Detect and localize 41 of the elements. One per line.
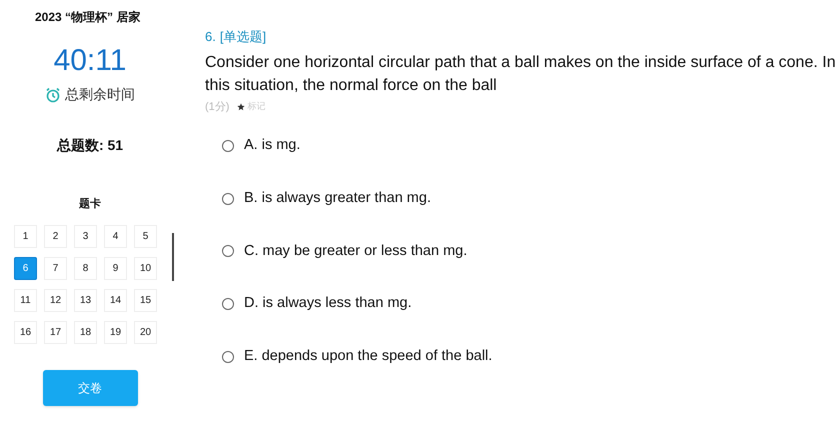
answer-option[interactable]: E. depends upon the speed of the ball. xyxy=(222,346,839,368)
question-number[interactable]: 3 xyxy=(74,224,97,248)
question-number[interactable]: 14 xyxy=(104,288,127,312)
question-number[interactable]: 10 xyxy=(134,256,157,280)
question-type: [单选题] xyxy=(220,28,266,46)
answer-option[interactable]: B. is always greater than mg. xyxy=(222,188,839,210)
question-number[interactable]: 15 xyxy=(134,288,157,312)
question-number[interactable]: 18 xyxy=(74,320,97,344)
question-number[interactable]: 20 xyxy=(134,320,157,344)
question-number[interactable]: 12 xyxy=(44,288,67,312)
remaining-time-label: 总剩余时间 xyxy=(65,85,135,104)
answer-option[interactable]: C. may be greater or less than mg. xyxy=(222,240,839,262)
alarm-clock-icon xyxy=(45,86,61,102)
question-number[interactable]: 7 xyxy=(44,256,67,280)
question-number[interactable]: 17 xyxy=(44,320,67,344)
score-label: (1分) xyxy=(205,100,230,114)
question-number[interactable]: 13 xyxy=(74,288,97,312)
radio-button[interactable] xyxy=(222,140,234,152)
question-number[interactable]: 2 xyxy=(44,224,67,248)
answer-option[interactable]: A. is mg. xyxy=(222,135,839,157)
question-number[interactable]: 19 xyxy=(104,320,127,344)
radio-button[interactable] xyxy=(222,192,234,205)
scrollbar[interactable] xyxy=(172,233,174,281)
question-number[interactable]: 11 xyxy=(14,288,37,312)
question-number[interactable]: 16 xyxy=(14,320,37,344)
question-number[interactable]: 8 xyxy=(74,256,97,280)
question-number: 6. xyxy=(205,28,216,46)
question-number[interactable]: 9 xyxy=(104,256,127,280)
question-number[interactable]: 4 xyxy=(104,224,127,248)
radio-button[interactable] xyxy=(222,350,234,363)
answer-option[interactable]: D. is always less than mg. xyxy=(222,293,839,315)
question-number[interactable]: 5 xyxy=(134,224,157,248)
radio-button[interactable] xyxy=(222,298,234,310)
total-questions: 总题数: 51 xyxy=(56,136,124,155)
question-number[interactable]: 1 xyxy=(14,224,37,248)
radio-button[interactable] xyxy=(222,245,234,258)
exam-title: 2023 “物理杯” 居家 xyxy=(35,9,140,26)
star-icon xyxy=(237,102,246,111)
answer-card-title: 题卡 xyxy=(79,196,101,212)
question-text: Consider one horizontal circular path that a ball makes on the inside surface of a cone. In this situation, the normal force on the ball xyxy=(205,52,837,96)
countdown-timer: 40:11 xyxy=(54,46,126,76)
